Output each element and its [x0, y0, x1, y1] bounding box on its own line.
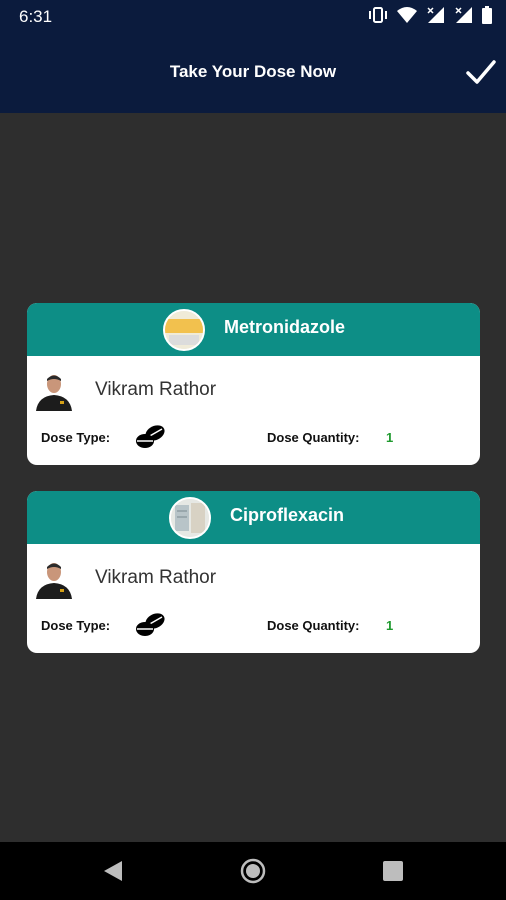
check-icon[interactable]: [464, 55, 498, 89]
dose-type-label: Dose Type:: [41, 430, 111, 445]
card-header: Metronidazole: [27, 303, 480, 356]
wifi-icon: [397, 7, 417, 23]
medicine-name: Ciproflexacin: [230, 505, 345, 525]
status-time: 6:31: [19, 7, 53, 26]
avatar: [33, 559, 75, 599]
card-header: Ciproflexacin: [27, 491, 480, 544]
battery-icon: [482, 6, 492, 24]
vibrate-icon: [369, 7, 387, 23]
dose-quantity-label: Dose Quantity:: [267, 430, 360, 445]
signal-icon: [427, 7, 444, 23]
medicine-image: [163, 309, 205, 351]
dose-card[interactable]: Metronidazole Vikram Rathor Dose Type: D…: [27, 303, 480, 465]
patient-name: Vikram Rathor: [95, 379, 217, 400]
pills-icon: [136, 425, 165, 448]
dose-quantity-label: Dose Quantity:: [267, 618, 360, 633]
medicine-image: [169, 497, 211, 539]
home-icon[interactable]: [240, 858, 266, 884]
dose-type-label: Dose Type:: [41, 618, 111, 633]
navigation-bar: [0, 842, 506, 900]
status-bar: 6:31: [0, 0, 506, 33]
dose-card[interactable]: Ciproflexacin Vikram Rathor Dose Type: D…: [27, 491, 480, 653]
dose-quantity-value: 1: [386, 430, 394, 445]
status-icons: [368, 6, 492, 24]
app-bar: Take Your Dose Now: [0, 33, 506, 113]
signal-icon: [455, 7, 472, 23]
avatar: [33, 371, 75, 411]
page-title: Take Your Dose Now: [169, 62, 337, 81]
pills-icon: [136, 613, 165, 636]
dose-quantity-value: 1: [386, 618, 394, 633]
patient-name: Vikram Rathor: [95, 567, 217, 588]
back-icon[interactable]: [100, 858, 126, 884]
recents-icon[interactable]: [380, 858, 406, 884]
medicine-name: Metronidazole: [224, 317, 346, 337]
